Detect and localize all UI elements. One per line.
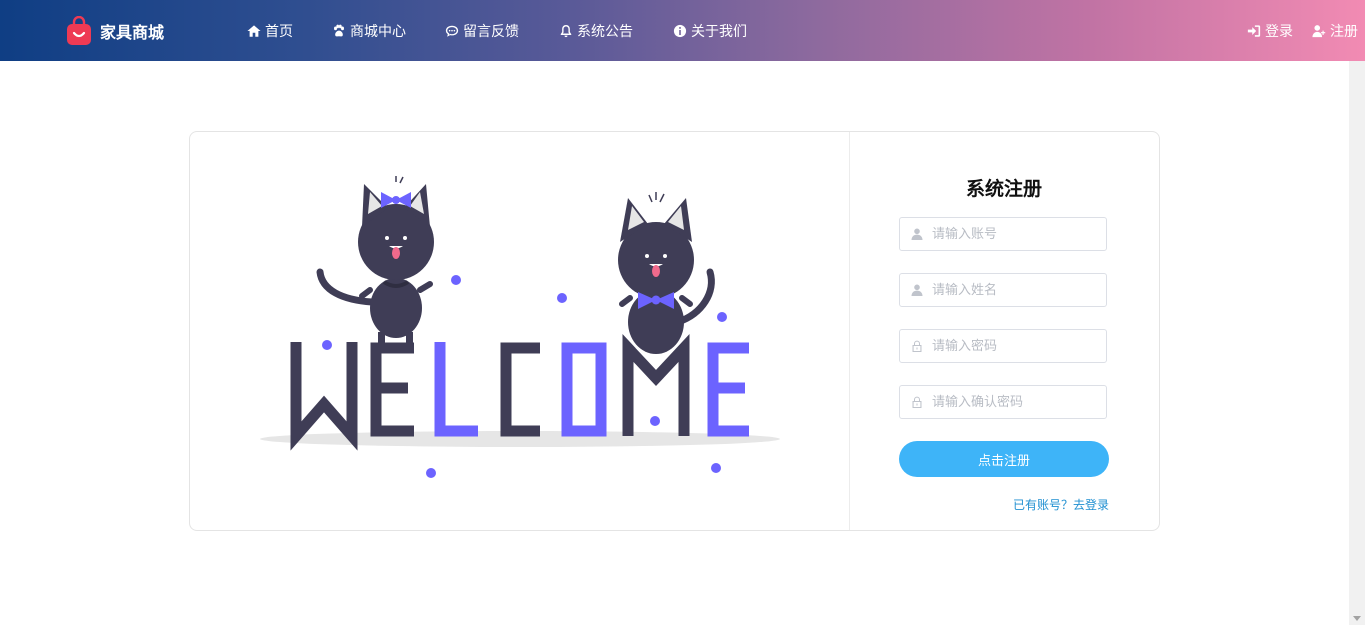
confirm-password-field[interactable]	[899, 385, 1107, 419]
name-input[interactable]	[930, 281, 1094, 299]
password-input[interactable]	[930, 337, 1094, 355]
nav-about[interactable]: 关于我们	[673, 21, 747, 41]
brand-name: 家具商城	[100, 23, 165, 42]
shopping-bag-icon	[67, 16, 91, 45]
login-link[interactable]: 登录	[1247, 21, 1293, 41]
welcome-illustration	[260, 176, 780, 478]
lock-icon	[912, 340, 922, 352]
register-label: 注册	[1330, 24, 1358, 40]
register-submit-button[interactable]: 点击注册	[899, 441, 1109, 477]
nav-home[interactable]: 首页	[247, 21, 293, 41]
user-plus-icon	[1312, 25, 1326, 38]
lock-icon	[912, 396, 922, 408]
form-title: 系统注册	[965, 178, 1042, 200]
nav-feedback-label: 留言反馈	[463, 24, 519, 40]
account-input[interactable]	[930, 225, 1094, 243]
bell-icon	[560, 25, 572, 38]
home-icon	[247, 25, 261, 37]
go-login-link[interactable]: 已有账号？去登录	[1013, 496, 1109, 513]
top-navbar: 家具商城 首页 商城中心 留言反馈 系统公告 关于我们 登录 注册	[0, 0, 1365, 61]
account-field[interactable]	[899, 217, 1107, 251]
nav-about-label: 关于我们	[691, 24, 747, 40]
scroll-down-arrow-icon[interactable]	[1353, 616, 1361, 621]
login-label: 登录	[1265, 24, 1293, 40]
register-link[interactable]: 注册	[1312, 21, 1358, 41]
confirm-password-input[interactable]	[930, 393, 1094, 411]
brand[interactable]: 家具商城	[66, 16, 164, 46]
nav-announcements[interactable]: 系统公告	[559, 21, 633, 41]
register-form: 系统注册 点击注册 已有账号？去登录	[899, 132, 1109, 530]
chat-icon	[445, 25, 459, 37]
nav-announcements-label: 系统公告	[577, 24, 633, 40]
paw-icon	[334, 24, 344, 37]
user-icon	[911, 284, 923, 296]
nav-mall-center-label: 商城中心	[350, 24, 406, 40]
name-field[interactable]	[899, 273, 1107, 307]
card-divider	[849, 132, 850, 530]
info-icon	[673, 24, 687, 38]
sign-in-icon	[1247, 25, 1261, 37]
user-icon	[911, 228, 923, 240]
nav-feedback[interactable]: 留言反馈	[445, 21, 519, 41]
page-scrollbar[interactable]	[1349, 61, 1365, 625]
nav-mall-center[interactable]: 商城中心	[332, 21, 406, 41]
nav-home-label: 首页	[265, 24, 293, 40]
register-card: 系统注册 点击注册 已有账号？去登录	[189, 131, 1160, 531]
password-field[interactable]	[899, 329, 1107, 363]
